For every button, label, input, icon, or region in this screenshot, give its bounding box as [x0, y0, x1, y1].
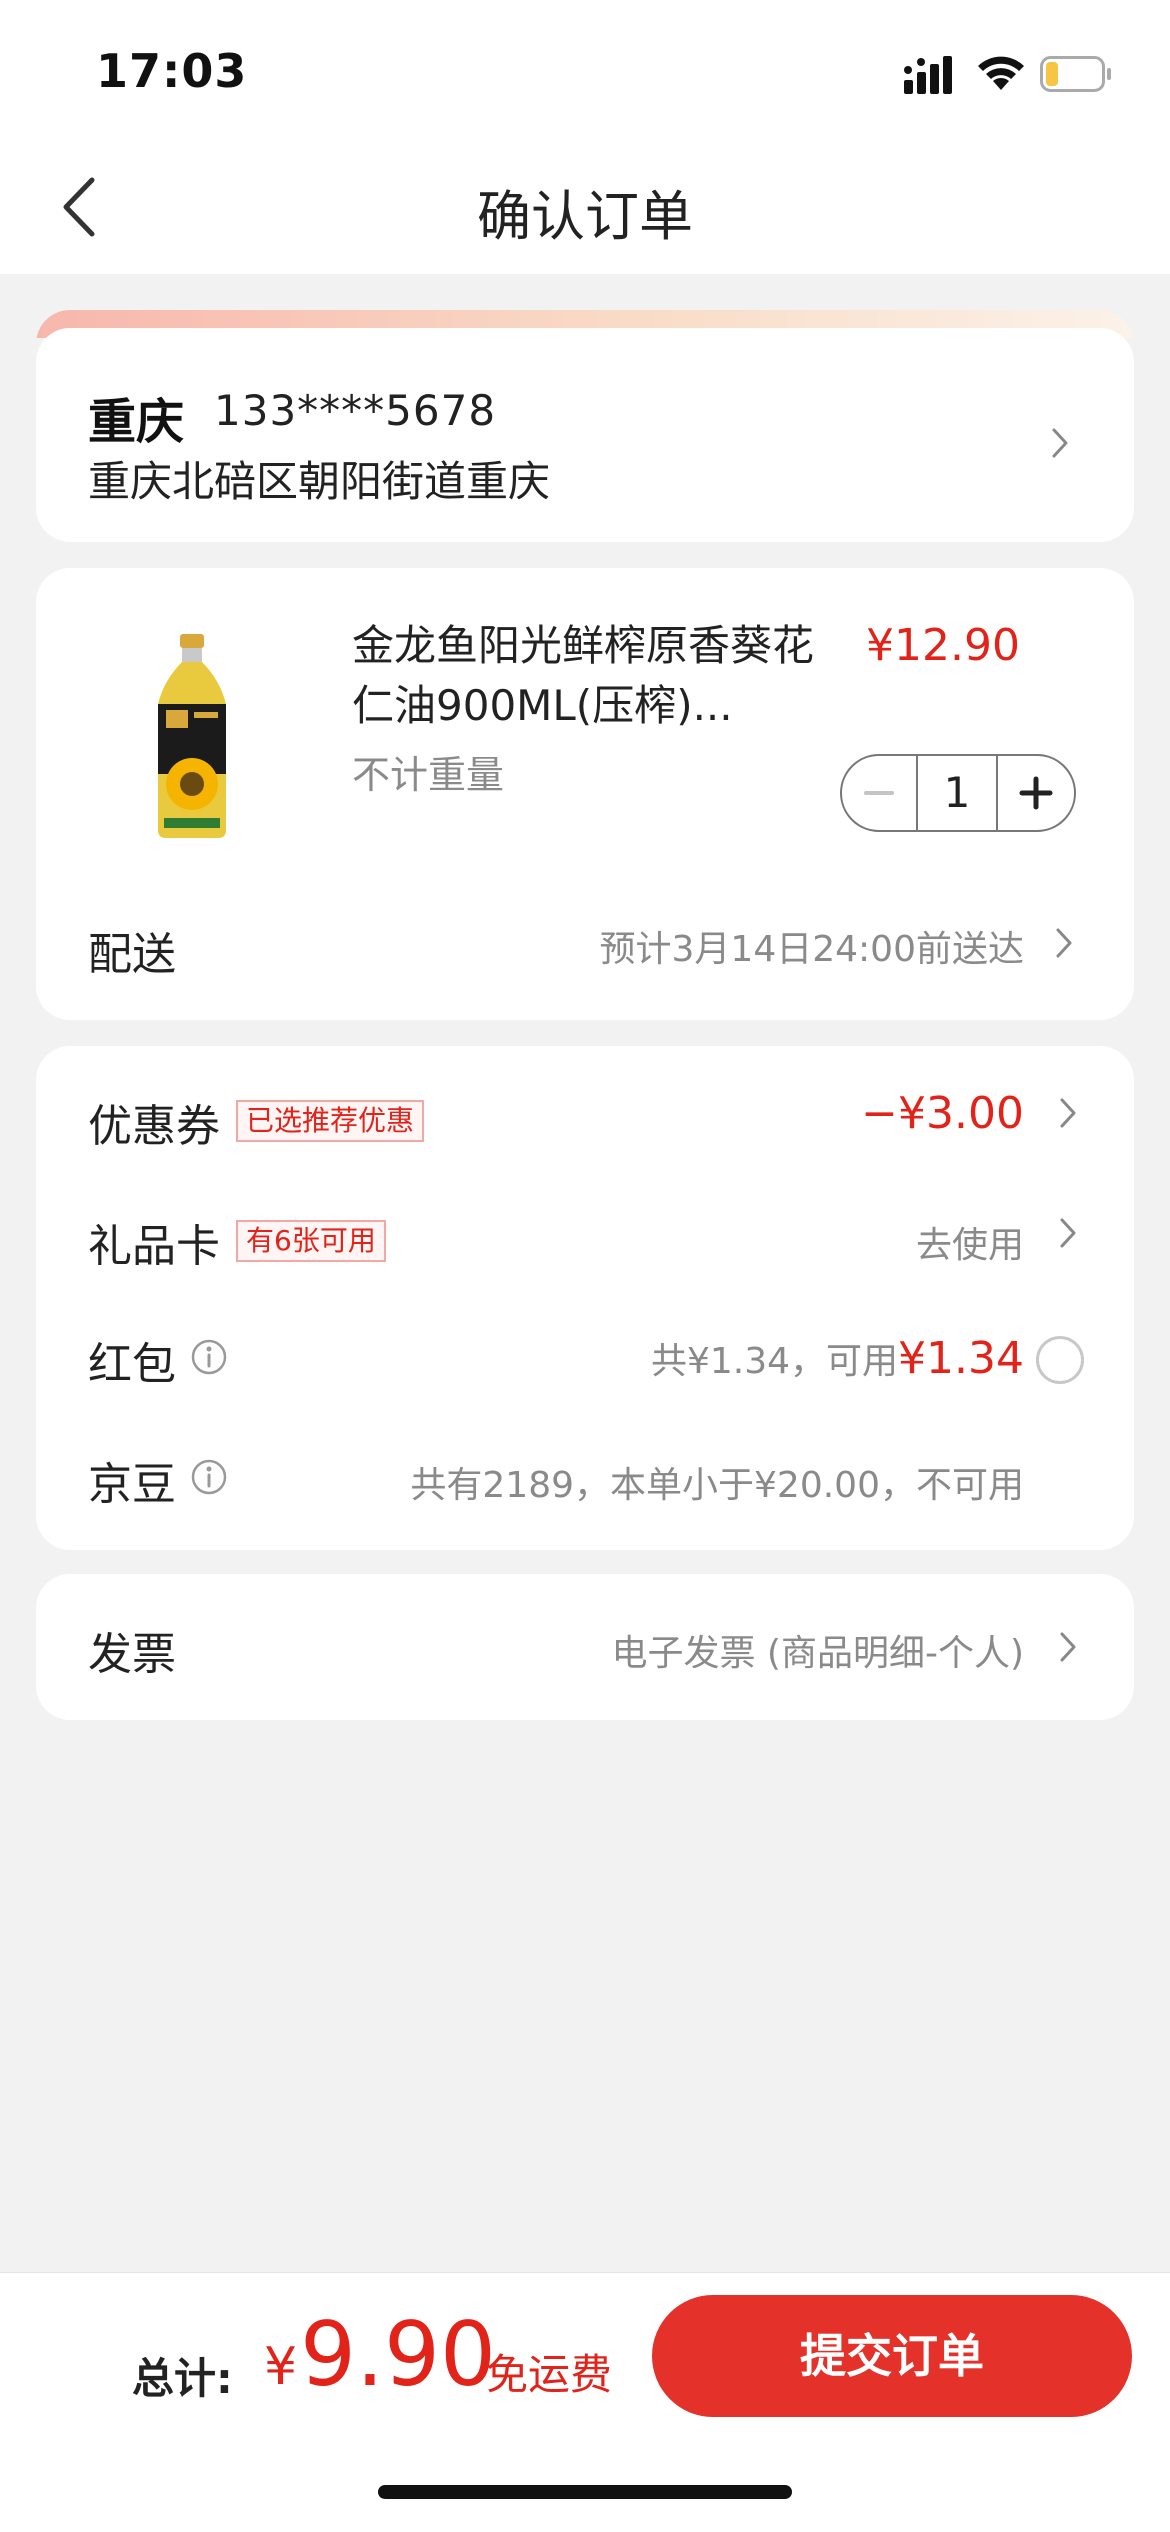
total-currency: ¥ [264, 2337, 298, 2397]
address-detail: 重庆北碚区朝阳街道重庆 [88, 457, 551, 506]
battery-icon [1040, 56, 1111, 92]
submit-order-button[interactable]: 提交订单 [652, 2295, 1132, 2417]
home-indicator[interactable] [378, 2485, 792, 2499]
red-packet-label: 红包 [88, 1339, 176, 1390]
invoice-card[interactable]: 发票 电子发票 (商品明细-个人) [36, 1574, 1134, 1720]
address-city: 重庆 [88, 394, 185, 450]
product-price: ¥12.90 [866, 620, 1020, 671]
info-icon[interactable] [190, 1338, 228, 1376]
coupon-label: 优惠券 [88, 1101, 220, 1152]
red-packet-available: ¥1.34 [898, 1333, 1024, 1384]
minus-button[interactable] [842, 756, 916, 830]
info-icon[interactable] [190, 1458, 228, 1496]
invoice-label: 发票 [88, 1629, 176, 1680]
jd-beans-value: 共有2189，本单小于¥20.00，不可用 [410, 1465, 1024, 1506]
red-packet-total: 共¥1.34，可用 [650, 1341, 899, 1382]
goods-card: 金龙鱼阳光鲜榨原香葵花仁油900ML(压榨)... ¥12.90 不计重量 1 … [36, 568, 1134, 1020]
free-shipping-note: 免运费 [486, 2350, 613, 2399]
quantity-stepper: 1 [840, 754, 1076, 832]
shipping-eta[interactable]: 预计3月14日24:00前送达 [600, 920, 1024, 972]
benefits-card: 优惠券 已选推荐优惠 −¥3.00 礼品卡 有6张可用 去使用 红包 共¥1.3… [36, 1046, 1134, 1550]
shipping-label: 配送 [88, 929, 176, 980]
checkout-bar: 总计: ¥ 9.90 免运费 提交订单 [0, 2272, 1170, 2532]
coupon-tag: 已选推荐优惠 [236, 1100, 425, 1142]
red-packet-radio[interactable] [1036, 1336, 1084, 1384]
quantity-value[interactable]: 1 [916, 756, 998, 830]
address-phone: 133****5678 [214, 386, 497, 435]
address-card[interactable]: 重庆 133****5678 重庆北碚区朝阳街道重庆 [36, 310, 1134, 542]
invoice-value: 电子发票 (商品明细-个人) [611, 1633, 1024, 1674]
gift-card-value: 去使用 [915, 1225, 1024, 1266]
red-packet-value: 共¥1.34，可用¥1.34 [651, 1332, 1024, 1384]
gift-card-label: 礼品卡 [88, 1221, 220, 1272]
chevron-right-icon [1052, 428, 1068, 458]
product-image[interactable] [136, 634, 248, 840]
total-amount: 9.90 [300, 2303, 496, 2406]
status-bar: 17:03 [0, 0, 1170, 140]
jd-beans-label: 京豆 [88, 1459, 176, 1510]
gift-card-tag: 有6张可用 [236, 1220, 386, 1262]
chevron-right-icon[interactable] [1058, 1630, 1078, 1664]
chevron-right-icon[interactable] [1058, 1216, 1078, 1250]
address-body: 重庆 133****5678 重庆北碚区朝阳街道重庆 [36, 328, 1134, 542]
chevron-right-icon[interactable] [1058, 1096, 1078, 1130]
wifi-icon [978, 56, 1024, 90]
product-name[interactable]: 金龙鱼阳光鲜榨原香葵花仁油900ML(压榨)... [352, 616, 822, 736]
page-title: 确认订单 [477, 185, 693, 248]
total-label: 总计: [132, 2354, 233, 2403]
nav-bar: 确认订单 [0, 140, 1170, 274]
product-weight-note: 不计重量 [352, 753, 505, 797]
coupon-value: −¥3.00 [861, 1088, 1024, 1139]
plus-button[interactable] [998, 756, 1074, 830]
status-time: 17:03 [96, 44, 248, 98]
chevron-right-icon[interactable] [1054, 926, 1074, 960]
cellular-signal-icon [904, 56, 952, 94]
